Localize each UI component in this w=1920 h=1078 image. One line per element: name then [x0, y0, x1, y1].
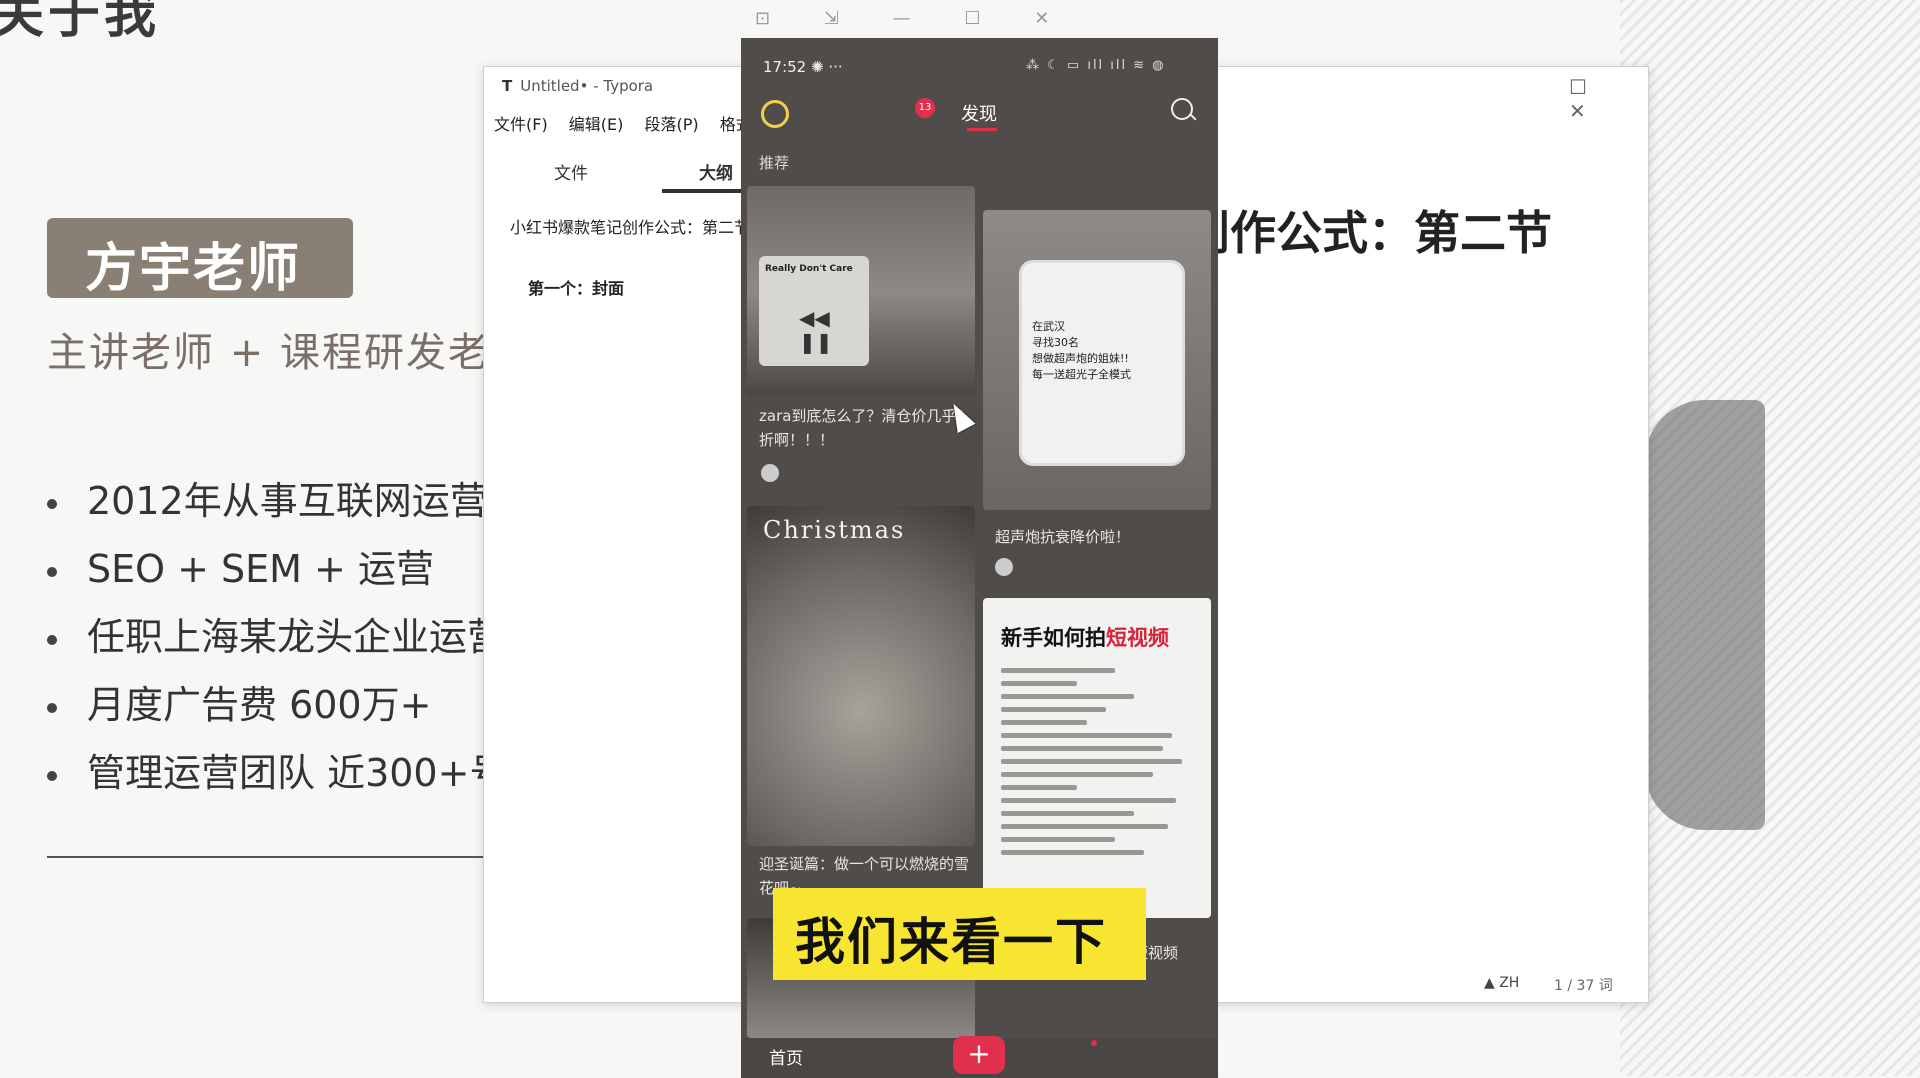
- document-heading[interactable]: 创作公式：第二节: [1184, 197, 1552, 263]
- menu-paragraph[interactable]: 段落(P): [645, 115, 699, 134]
- teacher-role: 主讲老师 + 课程研发老: [47, 330, 490, 376]
- feed-card-caption[interactable]: zara到底怎么了？清仓价几乎1折啊！！！: [759, 404, 969, 452]
- play-pause-icon: ◀◀ ❚❚: [799, 306, 833, 354]
- pin-icon[interactable]: ⇲: [824, 8, 839, 29]
- channel-recommend[interactable]: 推荐: [759, 152, 789, 173]
- sidebar-tabs: 文件 大纲: [484, 159, 752, 197]
- music-player-image: Really Don't Care ◀◀ ❚❚: [759, 256, 869, 366]
- active-tab-indicator: [967, 128, 997, 131]
- word-count[interactable]: 1 / 37 词: [1554, 975, 1613, 995]
- notification-badge: 13: [915, 98, 935, 118]
- bullet-dot-icon: [47, 498, 57, 509]
- close-button[interactable]: ✕: [1569, 99, 1586, 123]
- maximize-icon[interactable]: ☐: [964, 8, 980, 29]
- bullet-item: 月度广告费 600万+: [47, 674, 431, 729]
- search-icon[interactable]: [1171, 98, 1193, 120]
- window-title: T Untitled• - Typora: [502, 77, 654, 95]
- avatar[interactable]: [761, 464, 779, 482]
- close-icon[interactable]: ✕: [1034, 8, 1049, 29]
- bullet-item: 任职上海某龙头企业运营: [47, 606, 505, 661]
- slide-divider: [47, 856, 497, 858]
- tab-discover[interactable]: 发现: [961, 100, 997, 126]
- unread-dot: [1091, 1040, 1097, 1046]
- nav-home[interactable]: 首页: [769, 1044, 803, 1069]
- card-text-lines: [1001, 668, 1191, 863]
- menu-edit[interactable]: 编辑(E): [569, 115, 624, 134]
- phone-status-icons: ⁂ ☾ ▭ ıll ıll ≋ ◍: [1026, 58, 1166, 73]
- phone-time: 17:52 ✺ ···: [763, 58, 843, 76]
- active-tab-indicator: [662, 189, 752, 193]
- feed-card-caption[interactable]: 超声炮抗衰降价啦！: [995, 526, 1130, 547]
- outline-item-h1[interactable]: 小红书爆款笔记创作公式：第二节: [510, 217, 750, 239]
- floating-window-controls: ⊡ ⇲ — ☐ ✕: [755, 8, 1097, 29]
- outline-item-h2[interactable]: 第一个：封面: [528, 275, 624, 299]
- slide-photo-decoration: [1645, 400, 1765, 830]
- bullet-item: 2012年从事互联网运营: [47, 470, 488, 525]
- tab-outline[interactable]: 大纲: [699, 159, 733, 184]
- feed-card-image[interactable]: 在武汉 寻找30名 想做超声炮的姐妹!! 每一送超光子全模式: [983, 210, 1211, 510]
- phone-screenshot-image: 在武汉 寻找30名 想做超声炮的姐妹!! 每一送超光子全模式: [1019, 260, 1185, 466]
- teacher-name-badge: 方宇老师: [47, 218, 353, 299]
- language-status[interactable]: ▲ ZH: [1484, 975, 1519, 991]
- window-controls: ☐ ✕: [1529, 75, 1648, 123]
- typora-logo-icon: T: [502, 77, 513, 95]
- publish-button[interactable]: +: [953, 1036, 1005, 1074]
- minimize-icon[interactable]: —: [893, 8, 911, 29]
- teacher-name: 方宇老师: [85, 239, 302, 299]
- bullet-item: SEO + SEM + 运营: [47, 538, 434, 593]
- app-logo-icon[interactable]: [761, 100, 789, 128]
- menu-bar: 文件(F) 编辑(E) 段落(P) 格式(: [494, 111, 774, 135]
- feed-card-image[interactable]: Christmas: [747, 506, 975, 846]
- song-title: Really Don't Care: [765, 264, 853, 274]
- card-image-title: Christmas: [763, 516, 906, 544]
- menu-file[interactable]: 文件(F): [494, 115, 548, 134]
- tab-files[interactable]: 文件: [554, 159, 588, 184]
- maximize-button[interactable]: ☐: [1569, 75, 1587, 99]
- avatar[interactable]: [995, 558, 1013, 576]
- slide-top-title: 关于我: [0, 0, 161, 45]
- feed-card-image[interactable]: Really Don't Care ◀◀ ❚❚: [747, 186, 975, 396]
- bullet-dot-icon: [47, 634, 57, 645]
- card-image-title: 新手如何拍短视频: [1001, 626, 1169, 650]
- bullet-item: 管理运营团队 近300+号: [47, 742, 507, 797]
- bullet-dot-icon: [47, 770, 57, 781]
- bullet-dot-icon: [47, 566, 57, 577]
- feed-card-image[interactable]: 新手如何拍短视频: [983, 598, 1211, 918]
- bullet-dot-icon: [47, 702, 57, 713]
- video-subtitle: 我们来看一下: [773, 888, 1146, 980]
- snap-icon[interactable]: ⊡: [755, 8, 770, 29]
